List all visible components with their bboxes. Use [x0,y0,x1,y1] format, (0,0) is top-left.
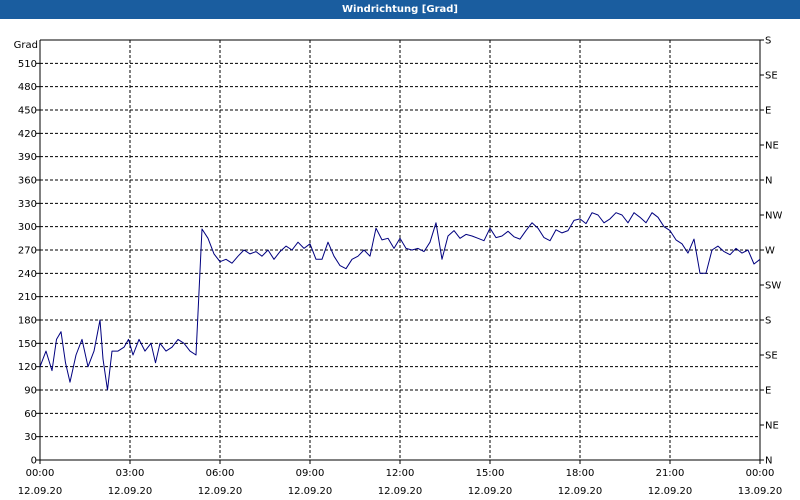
y-tick-labels: 0 30 60 90 120 150 180 210 240 270 300 330 360 390 420… [18,59,37,467]
y-tick-label: 60 [24,409,37,420]
x-tick-date: 12.09.20 [648,486,693,497]
y-tick-label: 150 [18,339,37,350]
y-tick-label: 0 [31,456,37,467]
y2-tick-label: SE [765,351,778,362]
y2-tick-label: E [765,386,771,397]
y2-tick-label: W [765,246,775,257]
x-tick-date: 12.09.20 [288,486,333,497]
y-tick-label: 390 [18,152,37,163]
y2-tick-label: N [765,176,772,187]
y2-tick-label: NE [765,141,779,152]
y-axis-label: Grad [14,40,38,51]
y-tick-label: 480 [18,82,37,93]
x-tick-time: 18:00 [566,468,595,479]
y2-tick-label: SE [765,71,778,82]
y-tick-label: 210 [18,292,37,303]
x-tick-date: 12.09.20 [468,486,513,497]
y2-tick-label: NW [765,211,782,222]
y-tick-label: 360 [18,176,37,187]
y2-tick-label: S [765,316,771,327]
y-tick-label: 240 [18,269,37,280]
x-tick-date: 12.09.20 [18,486,63,497]
x-tick-labels: 00:00 12.09.20 03:00 12.09.20 06:00 12.09.20 0… [18,468,783,497]
y2-tick-label: N [765,456,772,467]
y-tick-label: 420 [18,129,37,140]
y-tick-label: 330 [18,199,37,210]
y2-tick-label: NE [765,421,779,432]
y2-tick-label: S [765,36,771,47]
x-tick-date: 12.09.20 [198,486,243,497]
x-tick-time: 09:00 [296,468,325,479]
y-tick-label: 180 [18,316,37,327]
y2-tick-label: E [765,106,771,117]
y-tick-label: 300 [18,222,37,233]
y-tick-label: 90 [24,386,37,397]
y-tick-label: 510 [18,59,37,70]
x-tick-date: 12.09.20 [378,486,423,497]
y2-tick-labels: N NE E SE S SW W NW N NE E SE S [765,36,782,467]
y-tick-label: 120 [18,362,37,373]
x-tick-date: 12.09.20 [558,486,603,497]
wind-direction-chart: 0 30 60 90 120 150 180 210 240 270 300 330 360 390 420… [14,36,783,498]
grid-lines [40,40,761,460]
y-tick-label: 270 [18,246,37,257]
x-tick-time: 03:00 [116,468,145,479]
x-tick-time: 15:00 [476,468,505,479]
y-tick-label: 30 [24,432,37,443]
x-tick-time: 06:00 [206,468,235,479]
x-tick-time: 00:00 [746,468,775,479]
x-tick-time: 12:00 [386,468,415,479]
x-tick-time: 21:00 [656,468,685,479]
y-tick-label: 450 [18,106,37,117]
x-tick-date: 13.09.20 [738,486,783,497]
x-tick-date: 12.09.20 [108,486,153,497]
x-tick-time: 00:00 [26,468,55,479]
y2-tick-label: SW [765,281,781,292]
